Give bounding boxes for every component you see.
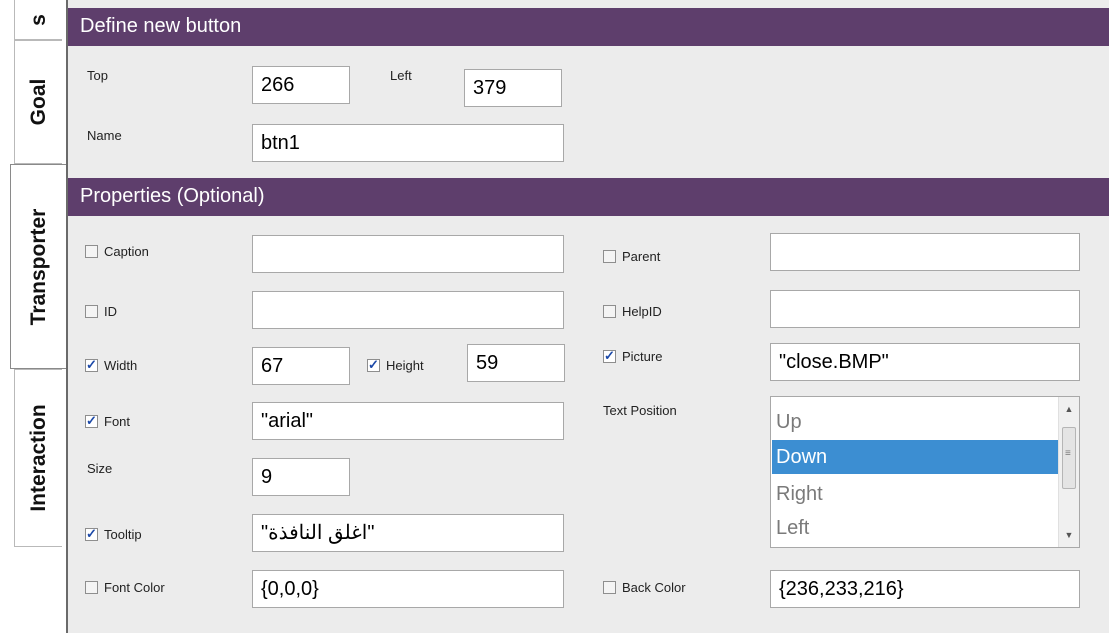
text-position-option-right[interactable]: Right: [772, 477, 1058, 511]
name-input[interactable]: btn1: [252, 124, 564, 162]
tab-s-label: s: [26, 13, 50, 26]
top-input[interactable]: 266: [252, 66, 350, 104]
name-label: Name: [87, 128, 122, 143]
width-checkbox[interactable]: [85, 357, 98, 373]
size-label: Size: [87, 461, 113, 476]
helpid-checkbox[interactable]: [603, 305, 616, 318]
font-checkbox[interactable]: [85, 413, 98, 429]
define-section-header: Define new button: [68, 8, 1109, 46]
scroll-thumb[interactable]: [1062, 427, 1076, 489]
id-label: ID: [104, 304, 117, 319]
tooltip-checkbox[interactable]: [85, 526, 98, 542]
font-color-checkbox[interactable]: [85, 581, 98, 594]
scroll-up-arrow-icon[interactable]: ▲: [1059, 399, 1079, 419]
width-label: Width: [104, 358, 138, 373]
back-color-label: Back Color: [622, 580, 686, 595]
caption-checkbox[interactable]: [85, 245, 98, 258]
properties-section-title: Properties (Optional): [80, 185, 265, 207]
tab-s[interactable]: s: [14, 0, 62, 40]
top-label: Top: [87, 68, 108, 83]
text-position-listbox[interactable]: Up Down Right Left ▲ ▼: [770, 396, 1080, 548]
text-position-option-down[interactable]: Down: [772, 440, 1058, 474]
parent-label: Parent: [622, 249, 661, 264]
caption-input[interactable]: [252, 235, 564, 273]
id-input[interactable]: [252, 291, 564, 329]
id-checkbox[interactable]: [85, 305, 98, 318]
font-color-label: Font Color: [104, 580, 165, 595]
parent-checkbox[interactable]: [603, 250, 616, 263]
tab-goal[interactable]: Goal: [14, 40, 62, 164]
define-section-title: Define new button: [80, 15, 242, 37]
tooltip-label: Tooltip: [104, 527, 142, 542]
left-input[interactable]: 379: [464, 69, 562, 107]
vertical-tab-strip: s Goal Transporter Interaction: [0, 0, 66, 633]
width-input[interactable]: 67: [252, 347, 350, 385]
tab-transporter[interactable]: Transporter: [10, 164, 66, 369]
caption-label: Caption: [104, 244, 149, 259]
properties-section-header: Properties (Optional): [68, 178, 1109, 216]
helpid-label: HelpID: [622, 304, 662, 319]
back-color-input[interactable]: {236,233,216}: [770, 570, 1080, 608]
parent-input[interactable]: [770, 233, 1080, 271]
picture-label: Picture: [622, 349, 663, 364]
text-position-label: Text Position: [603, 403, 677, 418]
font-label: Font: [104, 414, 131, 429]
tooltip-input[interactable]: "اغلق النافذة": [252, 514, 564, 552]
size-input[interactable]: 9: [252, 458, 350, 496]
text-position-option-up[interactable]: Up: [772, 405, 1058, 439]
main-panel: Define new button Top 266 Left 379 Name …: [66, 0, 1109, 633]
tab-transporter-label: Transporter: [26, 208, 50, 325]
tab-goal-label: Goal: [26, 78, 50, 126]
text-position-scrollbar[interactable]: ▲ ▼: [1058, 397, 1079, 547]
picture-input[interactable]: "close.BMP": [770, 343, 1080, 381]
height-input[interactable]: 59: [467, 344, 565, 382]
font-color-input[interactable]: {0,0,0}: [252, 570, 564, 608]
left-label: Left: [390, 68, 412, 83]
helpid-input[interactable]: [770, 290, 1080, 328]
tab-interaction[interactable]: Interaction: [14, 369, 62, 547]
picture-checkbox[interactable]: [603, 348, 616, 364]
height-checkbox[interactable]: [367, 357, 380, 373]
scroll-down-arrow-icon[interactable]: ▼: [1059, 525, 1079, 545]
tab-interaction-label: Interaction: [26, 404, 50, 512]
text-position-option-left[interactable]: Left: [772, 511, 1058, 545]
back-color-checkbox[interactable]: [603, 581, 616, 594]
font-input[interactable]: "arial": [252, 402, 564, 440]
height-label: Height: [386, 358, 424, 373]
